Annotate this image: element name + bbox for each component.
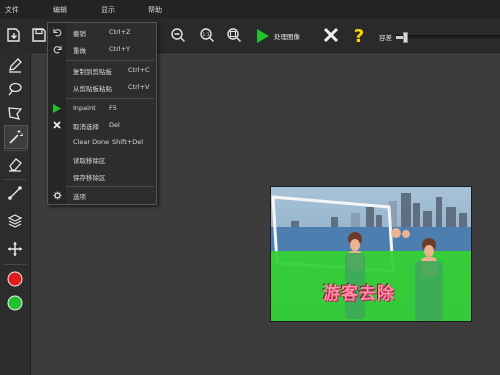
- move-icon: [8, 242, 22, 256]
- red-circle-icon: [7, 271, 23, 287]
- open-file-icon: [7, 28, 20, 42]
- menu-item-clear-done[interactable]: Clear Done Shift+Del: [48, 134, 156, 151]
- menu-item-label: Inpaint: [73, 104, 96, 112]
- menu-item-label: 读取移除区: [73, 157, 106, 165]
- tool-sidebar: [0, 52, 31, 375]
- magic-wand-tool-button[interactable]: [4, 125, 28, 149]
- menu-item-label: 保存移除区: [73, 174, 106, 182]
- menu-item-label: Clear Done: [73, 138, 110, 146]
- menu-item-label: 取消选择: [73, 123, 99, 131]
- green-circle-icon: [7, 295, 23, 311]
- menu-bar: 文件 编辑 显示 帮助: [0, 0, 500, 19]
- tolerance-slider-handle[interactable]: [403, 32, 409, 43]
- process-image-label: 处理图像: [274, 33, 300, 41]
- line-icon: [8, 186, 22, 200]
- image-canvas[interactable]: 游客去除: [270, 186, 472, 322]
- menu-item-shortcut: Ctrl+C: [128, 66, 150, 74]
- menu-item-label: 选项: [73, 193, 86, 201]
- green-marker-button[interactable]: [4, 292, 26, 314]
- tolerance-slider[interactable]: [396, 32, 500, 43]
- watermark-text: 游客去除: [323, 284, 395, 304]
- polygon-lasso-icon: [8, 107, 23, 120]
- gear-icon: [52, 190, 62, 200]
- menu-item-inpaint[interactable]: Inpaint F5: [48, 100, 156, 117]
- menu-separator: [66, 60, 154, 61]
- zoom-out-icon: [171, 28, 185, 42]
- menu-file[interactable]: 文件: [5, 5, 19, 15]
- zoom-out-button[interactable]: [167, 22, 189, 48]
- redo-icon: [52, 44, 62, 54]
- menu-item-load-removal-area[interactable]: 读取移除区: [48, 151, 156, 168]
- polygon-lasso-tool-button[interactable]: [4, 102, 26, 124]
- menu-help[interactable]: 帮助: [148, 5, 162, 15]
- layers-icon: [7, 214, 23, 228]
- undo-icon: [52, 27, 62, 37]
- menu-item-shortcut: Ctrl+Y: [109, 45, 130, 53]
- svg-text:1:1: 1:1: [202, 32, 209, 38]
- svg-text:?: ?: [354, 26, 364, 44]
- zoom-fit-button[interactable]: [223, 22, 245, 48]
- zoom-fit-icon: [227, 28, 241, 42]
- menu-item-shortcut: F5: [109, 104, 117, 112]
- menu-view[interactable]: 显示: [101, 5, 115, 15]
- save-icon: [32, 28, 46, 42]
- menu-item-paste-from-clipboard[interactable]: 从剪贴板粘贴 Ctrl+V: [48, 79, 156, 96]
- menu-item-shortcut: Del: [109, 121, 120, 129]
- lasso-tool-button[interactable]: [4, 78, 26, 100]
- menu-item-undo[interactable]: 撤销 Ctrl+Z: [48, 24, 156, 41]
- edit-dropdown-menu: 撤销 Ctrl+Z 重做 Ctrl+Y 复制到剪贴板 Ctrl+C 从剪贴板粘贴…: [47, 22, 157, 205]
- menu-item-deselect[interactable]: 取消选择 Del: [48, 117, 156, 134]
- zoom-actual-size-button[interactable]: 1:1: [196, 22, 218, 48]
- lasso-icon: [8, 82, 22, 96]
- tolerance-label: 容差: [379, 34, 392, 42]
- move-tool-button[interactable]: [4, 238, 26, 260]
- eraser-icon: [9, 158, 22, 172]
- menu-item-shortcut: Shift+Del: [112, 138, 144, 146]
- close-icon: [323, 27, 339, 43]
- help-button[interactable]: ?: [348, 22, 370, 48]
- menu-edit[interactable]: 编辑: [53, 5, 67, 15]
- zoom-actual-icon: 1:1: [200, 28, 214, 42]
- menu-item-copy-to-clipboard[interactable]: 复制到剪贴板 Ctrl+C: [48, 62, 156, 79]
- menu-item-label: 从剪贴板粘贴: [73, 85, 112, 93]
- menu-item-redo[interactable]: 重做 Ctrl+Y: [48, 41, 156, 58]
- menu-item-shortcut: Ctrl+V: [128, 83, 150, 91]
- menu-item-options[interactable]: 选项: [48, 187, 156, 204]
- menu-item-label: 复制到剪贴板: [73, 68, 112, 76]
- pencil-icon: [9, 58, 22, 73]
- layers-button[interactable]: [4, 210, 26, 232]
- menu-separator: [66, 98, 154, 99]
- toolbar-separator: [3, 179, 27, 180]
- menu-item-shortcut: Ctrl+Z: [109, 28, 131, 36]
- cancel-button[interactable]: [320, 22, 342, 48]
- close-icon: [52, 120, 62, 130]
- menu-item-save-removal-area[interactable]: 保存移除区: [48, 168, 156, 185]
- open-file-button[interactable]: [3, 22, 25, 48]
- play-icon: [257, 29, 269, 43]
- menu-item-label: 撤销: [73, 30, 86, 38]
- play-icon: [52, 103, 62, 113]
- toolbar-separator: [3, 150, 27, 151]
- red-marker-button[interactable]: [4, 268, 26, 290]
- magic-wand-icon: [9, 130, 23, 144]
- question-mark-icon: ?: [354, 26, 364, 44]
- brush-tool-button[interactable]: [4, 54, 26, 76]
- toolbar-separator: [3, 264, 27, 265]
- process-image-button[interactable]: 处理图像: [256, 26, 300, 46]
- menu-item-label: 重做: [73, 47, 86, 55]
- eraser-tool-button[interactable]: [4, 153, 26, 175]
- line-tool-button[interactable]: [4, 182, 26, 204]
